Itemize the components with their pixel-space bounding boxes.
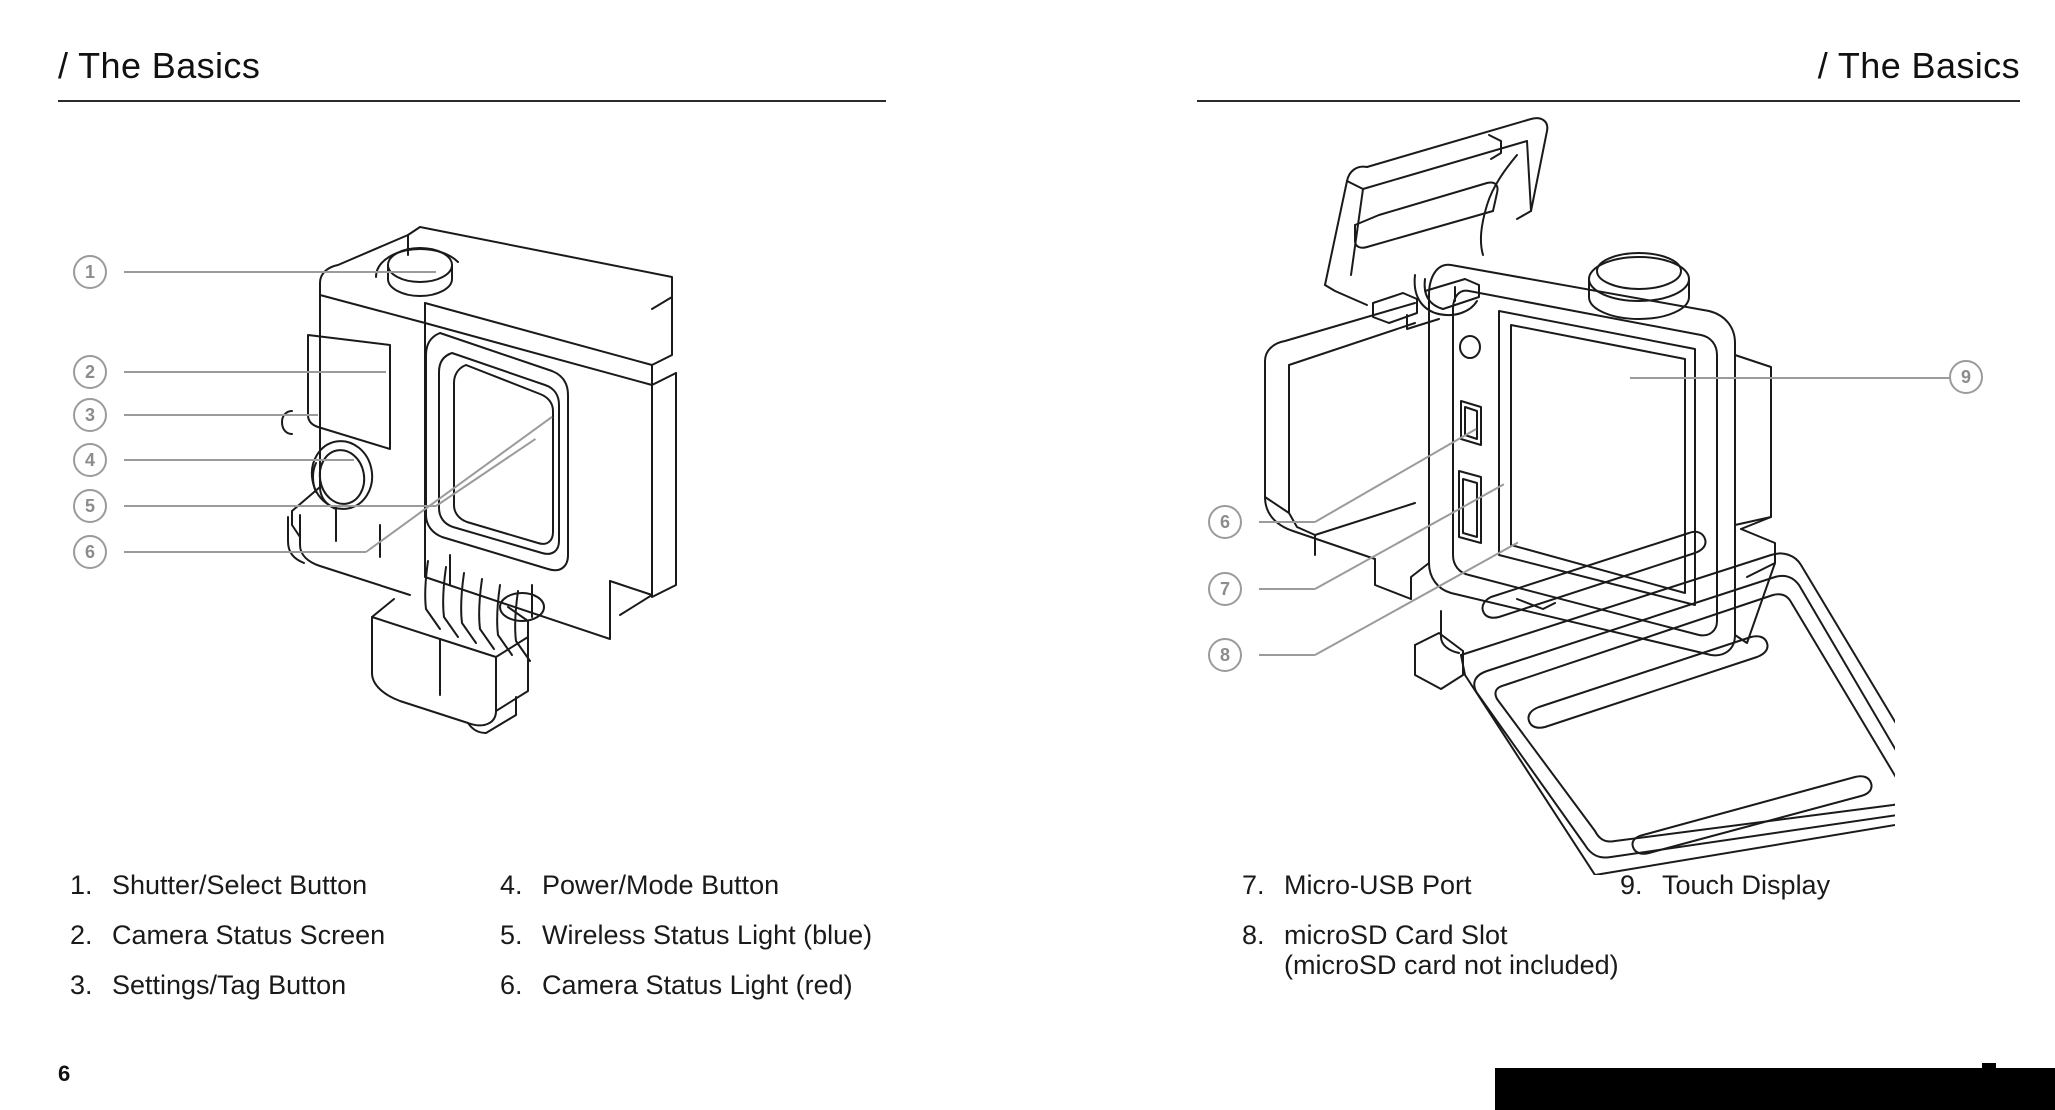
callout-6-right[interactable]: 6 bbox=[1208, 505, 1242, 539]
callout-9[interactable]: 9 bbox=[1949, 360, 1983, 394]
callout-8[interactable]: 8 bbox=[1208, 638, 1242, 672]
list-item: 5. Wireless Status Light (blue) bbox=[500, 920, 872, 950]
list-item: 7. Micro-USB Port bbox=[1242, 870, 1619, 900]
leader-line-5 bbox=[124, 505, 436, 507]
list-item-number: 4. bbox=[500, 870, 523, 900]
callout-1[interactable]: 1 bbox=[73, 255, 107, 289]
list-item: 4. Power/Mode Button bbox=[500, 870, 872, 900]
page-title-right: / The Basics bbox=[1817, 45, 2020, 86]
legend-column-right-1: 7. Micro-USB Port 8. microSD Card Slot (… bbox=[1242, 870, 1619, 1001]
callout-5[interactable]: 5 bbox=[73, 489, 107, 523]
list-item-label: Micro-USB Port bbox=[1284, 870, 1472, 900]
legend-column-left-2: 4. Power/Mode Button 5. Wireless Status … bbox=[500, 870, 872, 1021]
list-item-number: 6. bbox=[500, 970, 523, 1001]
leader-line-7 bbox=[1259, 588, 1315, 590]
list-item-label: Power/Mode Button bbox=[542, 870, 780, 900]
list-item-label: Camera Status Light (red) bbox=[542, 970, 853, 1001]
callout-4[interactable]: 4 bbox=[73, 443, 107, 477]
list-item-label: Shutter/Select Button bbox=[112, 870, 368, 900]
list-item: 1. Shutter/Select Button bbox=[70, 870, 385, 900]
callout-2[interactable]: 2 bbox=[73, 355, 107, 389]
list-item-number: 8. bbox=[1242, 920, 1265, 951]
leader-line-6-right bbox=[1259, 521, 1315, 523]
page-title-left: / The Basics bbox=[58, 45, 261, 86]
leader-line-2 bbox=[124, 371, 386, 373]
list-item: 9. Touch Display bbox=[1620, 870, 1830, 900]
leader-line-4 bbox=[124, 459, 354, 461]
header-rule-left bbox=[58, 100, 886, 102]
list-item-label: microSD Card Slot bbox=[1284, 920, 1508, 951]
footer-bar-notch bbox=[1982, 1063, 1996, 1069]
list-item-number: 3. bbox=[70, 970, 93, 1001]
leader-line-1 bbox=[124, 271, 436, 273]
header-rule-right bbox=[1197, 100, 2020, 102]
list-item-label: Settings/Tag Button bbox=[112, 970, 347, 1001]
page-number: 6 bbox=[58, 1061, 71, 1086]
callout-3[interactable]: 3 bbox=[73, 398, 107, 432]
leader-line-8 bbox=[1259, 654, 1315, 656]
list-item-label: Wireless Status Light (blue) bbox=[542, 920, 873, 951]
camera-back-illustration bbox=[1255, 115, 1895, 875]
list-item-number: 7. bbox=[1242, 870, 1265, 900]
legend-column-right-2: 9. Touch Display bbox=[1620, 870, 1830, 920]
footer-black-bar bbox=[1495, 1063, 2055, 1110]
list-item-number: 5. bbox=[500, 920, 523, 951]
list-item-label: Touch Display bbox=[1662, 870, 1831, 900]
list-item-label: Camera Status Screen bbox=[112, 920, 386, 951]
camera-front-illustration bbox=[280, 225, 700, 735]
list-item-number: 2. bbox=[70, 920, 93, 951]
list-item: 6. Camera Status Light (red) bbox=[500, 970, 872, 1000]
list-item-number: 1. bbox=[70, 870, 93, 900]
list-item: 8. microSD Card Slot (microSD card not i… bbox=[1242, 920, 1619, 980]
list-item: 2. Camera Status Screen bbox=[70, 920, 385, 950]
leader-line-6 bbox=[124, 551, 366, 553]
list-item-number: 9. bbox=[1620, 870, 1643, 900]
manual-spread: / The Basics 1 2 3 4 5 6 1. Shutter/Sele… bbox=[0, 0, 2055, 1110]
leader-line-3 bbox=[124, 414, 318, 416]
list-item: 3. Settings/Tag Button bbox=[70, 970, 385, 1000]
legend-column-left-1: 1. Shutter/Select Button 2. Camera Statu… bbox=[70, 870, 385, 1021]
callout-7[interactable]: 7 bbox=[1208, 572, 1242, 606]
list-item-sublabel: (microSD card not included) bbox=[1284, 950, 1619, 981]
leader-line-9 bbox=[1630, 377, 1950, 379]
callout-6-left[interactable]: 6 bbox=[73, 535, 107, 569]
